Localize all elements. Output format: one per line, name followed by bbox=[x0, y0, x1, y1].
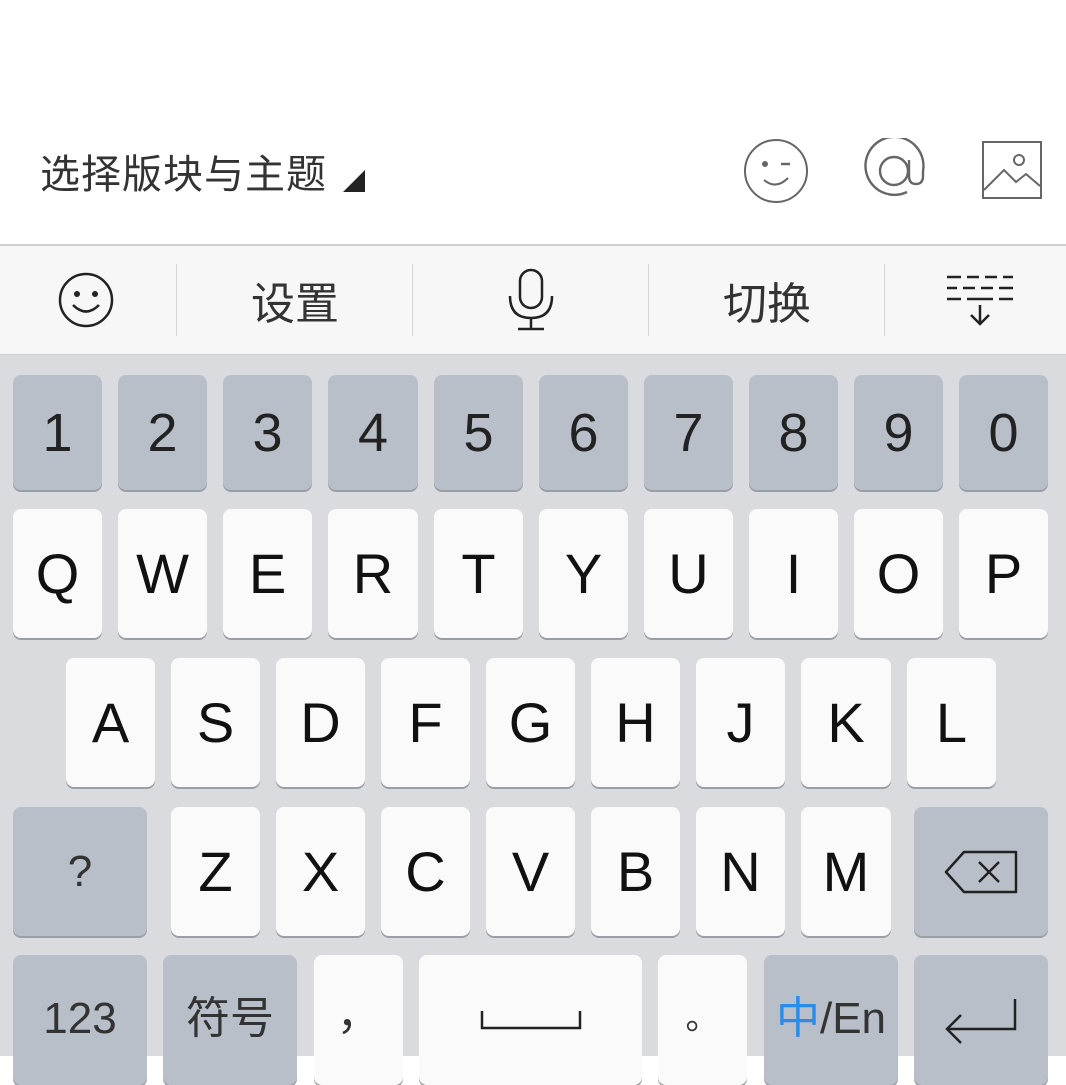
key-y[interactable]: Y bbox=[539, 509, 628, 638]
key-g[interactable]: G bbox=[486, 658, 575, 787]
key-123[interactable]: 123 bbox=[13, 955, 147, 1085]
key-a[interactable]: A bbox=[66, 658, 155, 787]
at-sign-icon bbox=[864, 135, 925, 197]
backspace-icon bbox=[944, 850, 1018, 893]
key-r[interactable]: R bbox=[328, 509, 418, 638]
emoji-button[interactable] bbox=[743, 138, 809, 209]
hide-keyboard-icon bbox=[947, 275, 1013, 326]
key-l[interactable]: L bbox=[907, 658, 996, 787]
key-f[interactable]: F bbox=[381, 658, 470, 787]
key-h[interactable]: H bbox=[591, 658, 680, 787]
settings-label: 设置 bbox=[251, 279, 339, 330]
key-q[interactable]: Q bbox=[13, 509, 102, 638]
key-8[interactable]: 8 bbox=[749, 375, 838, 490]
key-5[interactable]: 5 bbox=[434, 375, 523, 490]
key-3[interactable]: 3 bbox=[223, 375, 312, 490]
key-b[interactable]: B bbox=[591, 807, 680, 936]
forum-topic-selector[interactable]: 选择版块与主题 bbox=[40, 146, 365, 198]
key-d[interactable]: D bbox=[276, 658, 365, 787]
forum-select-label: 选择版块与主题 bbox=[40, 152, 327, 198]
switch-label: 切换 bbox=[723, 279, 811, 330]
key-9[interactable]: 9 bbox=[854, 375, 943, 490]
toolbar-switch-button[interactable]: 切换 bbox=[649, 246, 885, 354]
key-1[interactable]: 1 bbox=[13, 375, 102, 490]
key-symbols[interactable]: 符号 bbox=[163, 955, 297, 1085]
keyboard: 1 2 3 4 5 6 7 8 9 0 Q W E R T Y U I O P … bbox=[0, 355, 1066, 1085]
lang-zh-label: 中 bbox=[775, 993, 820, 1044]
key-7[interactable]: 7 bbox=[644, 375, 733, 490]
toolbar-voice-button[interactable] bbox=[413, 246, 649, 354]
key-w[interactable]: W bbox=[118, 509, 207, 638]
key-e[interactable]: E bbox=[223, 509, 312, 638]
compose-header: 选择版块与主题 bbox=[0, 0, 1066, 244]
key-v[interactable]: V bbox=[486, 807, 575, 936]
key-n[interactable]: N bbox=[696, 807, 785, 936]
key-comma[interactable]: ， bbox=[314, 955, 403, 1085]
toolbar-hide-keyboard-button[interactable] bbox=[862, 246, 1066, 354]
dropdown-triangle-icon bbox=[343, 170, 365, 192]
image-icon bbox=[982, 141, 1042, 199]
key-k[interactable]: K bbox=[801, 658, 891, 787]
key-language-switch[interactable]: 中/En bbox=[764, 955, 898, 1085]
key-backspace[interactable] bbox=[914, 807, 1048, 936]
toolbar-settings-button[interactable]: 设置 bbox=[177, 246, 413, 354]
key-enter[interactable] bbox=[914, 955, 1048, 1085]
key-u[interactable]: U bbox=[644, 509, 733, 638]
emoji-icon bbox=[58, 272, 114, 328]
image-button[interactable] bbox=[982, 140, 1042, 205]
keyboard-toolbar: 设置 切换 bbox=[0, 246, 1066, 355]
key-j[interactable]: J bbox=[696, 658, 785, 787]
lang-en-label: /En bbox=[819, 994, 887, 1043]
key-period[interactable]: 。 bbox=[658, 955, 747, 1085]
key-0[interactable]: 0 bbox=[959, 375, 1048, 490]
key-p[interactable]: P bbox=[959, 509, 1048, 638]
key-o[interactable]: O bbox=[854, 509, 943, 638]
key-question[interactable]: ? bbox=[13, 807, 147, 936]
key-m[interactable]: M bbox=[801, 807, 891, 936]
key-c[interactable]: C bbox=[381, 807, 470, 936]
space-bar-icon bbox=[480, 1011, 581, 1030]
key-6[interactable]: 6 bbox=[539, 375, 628, 490]
key-space[interactable] bbox=[419, 955, 642, 1085]
key-i[interactable]: I bbox=[749, 509, 838, 638]
key-z[interactable]: Z bbox=[171, 807, 260, 936]
key-x[interactable]: X bbox=[276, 807, 365, 936]
return-icon bbox=[945, 999, 1017, 1044]
key-2[interactable]: 2 bbox=[118, 375, 207, 490]
microphone-icon bbox=[508, 268, 554, 331]
smiley-wink-icon bbox=[744, 139, 808, 203]
key-s[interactable]: S bbox=[171, 658, 260, 787]
mention-button[interactable] bbox=[861, 135, 927, 209]
toolbar-emoji-button[interactable] bbox=[0, 246, 204, 354]
key-t[interactable]: T bbox=[434, 509, 523, 638]
key-4[interactable]: 4 bbox=[328, 375, 418, 490]
